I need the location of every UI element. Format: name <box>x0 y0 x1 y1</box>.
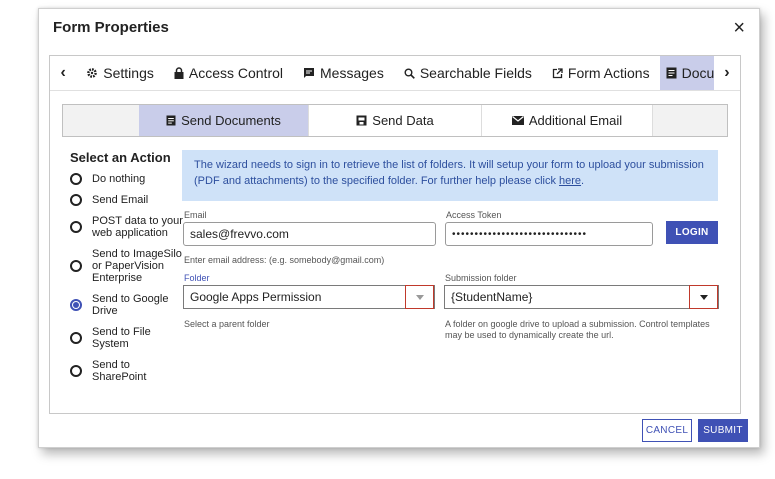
form-properties-dialog: Form Properties × ‹ Settings Access Cont… <box>38 8 760 448</box>
folder-select-value: Google Apps Permission <box>190 290 322 304</box>
login-button[interactable]: LOGIN <box>666 221 718 244</box>
help-link[interactable]: here <box>559 175 581 187</box>
tab-label: Settings <box>103 65 154 81</box>
radio-label: POST data to your web application <box>92 215 183 239</box>
radio-button[interactable] <box>70 194 82 206</box>
gear-icon <box>87 68 98 78</box>
radio-do-nothing[interactable]: Do nothing <box>70 173 185 185</box>
envelope-icon <box>511 116 524 125</box>
submission-dropdown-button[interactable] <box>689 285 718 309</box>
folder-label: Folder <box>184 273 210 283</box>
dialog-title: Form Properties <box>53 19 169 36</box>
radio-label: Send to SharePoint <box>92 359 147 383</box>
info-banner: The wizard needs to sign in to retrieve … <box>182 150 718 201</box>
document-icon <box>166 115 176 126</box>
properties-panel: ‹ Settings Access Control Messages Searc… <box>49 55 741 414</box>
radio-send-file-system[interactable]: Send to File System <box>70 326 185 350</box>
radio-send-imagesilo[interactable]: Send to ImageSilo or PaperVision Enterpr… <box>70 248 185 284</box>
subtab-label: Send Documents <box>181 113 281 128</box>
folder-help: Select a parent folder <box>184 319 270 329</box>
action-radio-group: Select an Action Do nothing Send Email P… <box>70 150 185 390</box>
radio-button[interactable] <box>70 332 82 344</box>
submission-folder-help: A folder on google drive to upload a sub… <box>445 319 710 340</box>
submit-button[interactable]: SUBMIT <box>698 419 748 442</box>
tab-form-actions[interactable]: Form Actions <box>542 56 660 90</box>
tab-label: Access Control <box>188 65 284 81</box>
submission-folder-value: {StudentName} <box>451 290 533 304</box>
dialog-titlebar: Form Properties × <box>39 9 759 46</box>
info-text: The wizard needs to sign in to retrieve … <box>194 159 704 187</box>
radio-send-sharepoint[interactable]: Send to SharePoint <box>70 359 185 383</box>
radio-post-data[interactable]: POST data to your web application <box>70 215 185 239</box>
subtab-spacer <box>63 105 139 136</box>
subtab-send-documents[interactable]: Send Documents <box>139 105 309 136</box>
tab-access-control[interactable]: Access Control <box>164 56 293 90</box>
tab-documents[interactable]: Documents <box>659 56 714 90</box>
radio-label: Send to Google Drive <box>92 293 169 317</box>
radio-button[interactable] <box>70 221 82 233</box>
data-icon <box>356 115 367 126</box>
external-link-icon <box>552 67 563 78</box>
document-icon <box>666 67 677 79</box>
radio-label: Send to ImageSilo or PaperVision Enterpr… <box>92 248 182 284</box>
radio-send-email[interactable]: Send Email <box>70 194 185 206</box>
folder-dropdown-button[interactable] <box>405 285 434 309</box>
radio-label: Do nothing <box>92 173 146 185</box>
tab-messages[interactable]: Messages <box>293 56 394 90</box>
tab-label: Documents <box>681 65 714 81</box>
subtab-additional-email[interactable]: Additional Email <box>482 105 653 136</box>
message-icon <box>304 68 315 78</box>
radio-label: Send Email <box>92 194 149 206</box>
radio-button[interactable] <box>70 260 82 272</box>
subtab-label: Send Data <box>372 113 434 128</box>
tab-bar: ‹ Settings Access Control Messages Searc… <box>50 56 740 91</box>
action-group-title: Select an Action <box>70 150 171 165</box>
radio-send-google-drive[interactable]: Send to Google Drive <box>70 293 185 317</box>
lock-icon <box>174 67 184 79</box>
cancel-button[interactable]: CANCEL <box>642 419 692 442</box>
access-token-field[interactable]: •••••••••••••••••••••••••••••• <box>445 222 653 246</box>
email-label: Email <box>184 210 207 220</box>
search-icon <box>404 68 415 79</box>
subtab-send-data[interactable]: Send Data <box>309 105 482 136</box>
tab-label: Searchable Fields <box>419 65 532 81</box>
tab-searchable-fields[interactable]: Searchable Fields <box>394 56 542 90</box>
info-end: . <box>581 175 585 187</box>
close-icon[interactable]: × <box>733 18 745 38</box>
tab-settings[interactable]: Settings <box>76 56 164 90</box>
radio-label: Send to File System <box>92 326 151 350</box>
submission-folder-label: Submission folder <box>445 273 517 283</box>
tab-scroll-left-icon[interactable]: ‹ <box>50 56 76 90</box>
submission-folder-select[interactable]: {StudentName} <box>444 285 719 309</box>
subtab-label: Additional Email <box>528 113 623 128</box>
radio-button[interactable] <box>70 173 82 185</box>
tab-label: Form Actions <box>567 65 650 81</box>
folder-select[interactable]: Google Apps Permission <box>183 285 435 309</box>
email-help: Enter email address: (e.g. somebody@gmai… <box>184 255 385 265</box>
radio-button-selected[interactable] <box>70 299 82 311</box>
access-token-label: Access Token <box>446 210 502 220</box>
document-subtabs: Send Documents Send Data Additional Emai… <box>62 104 728 137</box>
tab-label: Messages <box>320 65 384 81</box>
chevron-down-icon <box>699 294 708 300</box>
radio-button[interactable] <box>70 365 82 377</box>
email-field[interactable]: sales@frevvo.com <box>183 222 436 246</box>
tab-scroll-right-icon[interactable]: › <box>714 56 740 90</box>
chevron-down-icon <box>415 294 424 300</box>
